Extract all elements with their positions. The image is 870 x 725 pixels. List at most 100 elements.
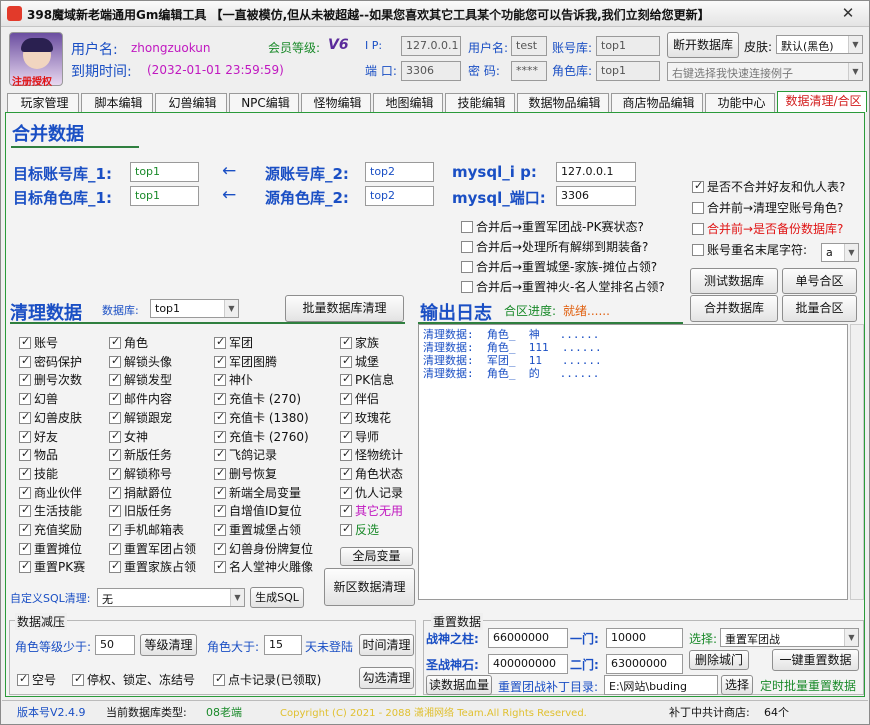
checkbox[interactable]: 合并后→重置城堡-家族-摊位占领? bbox=[461, 260, 657, 274]
checkbox-box[interactable] bbox=[214, 391, 226, 406]
checkbox[interactable]: 仇人记录 bbox=[340, 485, 403, 500]
checkbox[interactable]: 密码保护 bbox=[19, 354, 82, 369]
checkbox[interactable]: 解锁跟宠 bbox=[109, 410, 172, 425]
global-var-button[interactable]: 全局变量 bbox=[340, 547, 413, 566]
checkbox-box[interactable] bbox=[340, 429, 352, 443]
close-icon[interactable]: ✕ bbox=[837, 4, 859, 23]
checkbox-box[interactable] bbox=[340, 466, 352, 480]
checkbox[interactable]: 充值卡 (1380) bbox=[214, 410, 309, 425]
tab-2[interactable]: 幻兽编辑 bbox=[155, 93, 227, 112]
checkbox[interactable]: PK信息 bbox=[340, 372, 394, 387]
checkbox-box[interactable] bbox=[19, 466, 31, 480]
checkbox[interactable]: 军团 bbox=[214, 335, 253, 350]
checkbox-box[interactable] bbox=[214, 410, 226, 424]
checkbox-box[interactable] bbox=[692, 223, 704, 235]
checkbox-box[interactable] bbox=[340, 522, 352, 536]
checkbox[interactable]: 充值卡 (270) bbox=[214, 391, 301, 406]
checkbox-box[interactable] bbox=[340, 354, 352, 368]
checkbox-box[interactable] bbox=[72, 672, 84, 686]
checkbox[interactable]: 删号恢复 bbox=[214, 466, 277, 481]
role-db-field[interactable]: top1 bbox=[596, 61, 660, 81]
checkbox[interactable]: 新版任务 bbox=[109, 447, 172, 462]
tab-5[interactable]: 地图编辑 bbox=[373, 93, 443, 112]
tab-8[interactable]: 商店物品编辑 bbox=[611, 93, 703, 112]
checkbox-box[interactable] bbox=[19, 447, 31, 462]
target-acct-field[interactable]: top1 bbox=[130, 162, 199, 182]
checkbox[interactable]: 重置摊位 bbox=[19, 541, 82, 556]
checkbox[interactable]: 幻兽身份牌复位 bbox=[214, 541, 313, 556]
checkbox[interactable]: 是否不合并好友和仇人表? bbox=[692, 179, 845, 194]
checkbox-box[interactable] bbox=[109, 485, 121, 499]
checkbox-box[interactable] bbox=[214, 354, 226, 368]
batch-merge-button[interactable]: 批量合区 bbox=[782, 295, 857, 322]
checkbox[interactable]: 技能 bbox=[19, 466, 58, 481]
checkbox-box[interactable] bbox=[109, 410, 121, 424]
checkbox[interactable]: 女神 bbox=[109, 429, 148, 444]
checkbox-box[interactable] bbox=[340, 410, 352, 424]
checkbox-box[interactable] bbox=[214, 447, 226, 462]
checkbox[interactable]: 自增值ID复位 bbox=[214, 503, 302, 518]
checkbox[interactable]: 旧版任务 bbox=[109, 503, 172, 518]
generate-sql-button[interactable]: 生成SQL bbox=[250, 587, 304, 608]
checkbox-box[interactable] bbox=[19, 485, 31, 499]
checkbox[interactable]: 导师 bbox=[340, 429, 379, 444]
tab-1[interactable]: 脚本编辑 bbox=[81, 93, 153, 112]
reset-select[interactable]: 重置军团战 ▼ bbox=[720, 628, 859, 647]
days-field[interactable]: 15 bbox=[264, 635, 302, 655]
checkbox-box[interactable] bbox=[19, 429, 31, 443]
time-clean-button[interactable]: 时间清理 bbox=[359, 634, 414, 656]
checkbox[interactable]: 点卡记录(已领取) bbox=[213, 672, 321, 687]
level-clean-button[interactable]: 等级清理 bbox=[140, 634, 197, 656]
checkbox-box[interactable] bbox=[109, 466, 121, 480]
checkbox-box[interactable] bbox=[461, 281, 473, 293]
checkbox-box[interactable] bbox=[214, 335, 226, 349]
checkbox[interactable]: 合并后→重置军团战-PK赛状态? bbox=[461, 220, 644, 234]
checkbox[interactable]: 名人堂神火雕像 bbox=[214, 559, 313, 574]
checkbox[interactable]: 删号次数 bbox=[19, 372, 82, 387]
checkbox[interactable]: 反选 bbox=[340, 522, 379, 537]
checkbox-box[interactable] bbox=[214, 429, 226, 443]
checkbox-box[interactable] bbox=[340, 485, 352, 499]
checkbox-box[interactable] bbox=[19, 372, 31, 387]
checkbox-box[interactable] bbox=[461, 241, 473, 253]
checkbox[interactable]: 生活技能 bbox=[19, 503, 82, 518]
checkbox-box[interactable] bbox=[109, 559, 121, 574]
checkbox[interactable]: 充值奖励 bbox=[19, 522, 82, 537]
checkbox[interactable]: 商业伙伴 bbox=[19, 485, 82, 500]
checkbox[interactable]: 新端全局变量 bbox=[214, 485, 301, 500]
checkbox[interactable]: 充值卡 (2760) bbox=[214, 429, 309, 444]
checkbox[interactable]: 飞鸽记录 bbox=[214, 447, 277, 462]
mysql-ip-field[interactable]: 127.0.0.1 bbox=[556, 162, 636, 182]
checkbox[interactable]: 捐献爵位 bbox=[109, 485, 172, 500]
select-clean-button[interactable]: 勾选清理 bbox=[359, 667, 414, 689]
checkbox-box[interactable] bbox=[692, 202, 704, 214]
batch-clean-button[interactable]: 批量数据库清理 bbox=[285, 295, 404, 322]
checkbox[interactable]: 合并前→清理空账号角色? bbox=[692, 201, 843, 215]
checkbox-box[interactable] bbox=[19, 391, 31, 406]
war-field[interactable]: 66000000 bbox=[488, 628, 568, 648]
checkbox-box[interactable] bbox=[340, 391, 352, 406]
checkbox[interactable]: 重置军团占领 bbox=[109, 541, 196, 556]
checkbox[interactable]: 解锁头像 bbox=[109, 354, 172, 369]
checkbox-box[interactable] bbox=[340, 447, 352, 462]
checkbox[interactable]: 玫瑰花 bbox=[340, 410, 391, 425]
checkbox-box[interactable] bbox=[109, 522, 121, 536]
skin-select[interactable]: 默认(黑色) ▼ bbox=[776, 35, 863, 54]
checkbox-box[interactable] bbox=[109, 429, 121, 443]
checkbox-box[interactable] bbox=[19, 354, 31, 368]
checkbox[interactable]: 幻兽 bbox=[19, 391, 58, 406]
level-field[interactable]: 50 bbox=[95, 635, 135, 655]
checkbox-box[interactable] bbox=[19, 522, 31, 536]
tab-6[interactable]: 技能编辑 bbox=[445, 93, 515, 112]
checkbox-box[interactable] bbox=[214, 522, 226, 536]
output-log[interactable]: 清理数据: 角色_ 神 ...... 清理数据: 角色_ 111 ...... 清理… bbox=[418, 324, 848, 600]
checkbox[interactable]: 好友 bbox=[19, 429, 58, 444]
checkbox[interactable]: 家族 bbox=[340, 335, 379, 350]
checkbox[interactable]: 空号 bbox=[17, 672, 56, 687]
src-role-field[interactable]: top2 bbox=[365, 186, 434, 206]
checkbox[interactable]: 角色状态 bbox=[340, 466, 403, 481]
choose-button[interactable]: 选择 bbox=[721, 675, 753, 695]
checkbox-box[interactable] bbox=[109, 335, 121, 349]
title-bar[interactable]: 398魔域新老端通用Gm编辑工具 【一直被模仿,但从未被超越--如果您喜欢其它工… bbox=[1, 1, 869, 27]
checkbox-box[interactable] bbox=[340, 503, 352, 518]
